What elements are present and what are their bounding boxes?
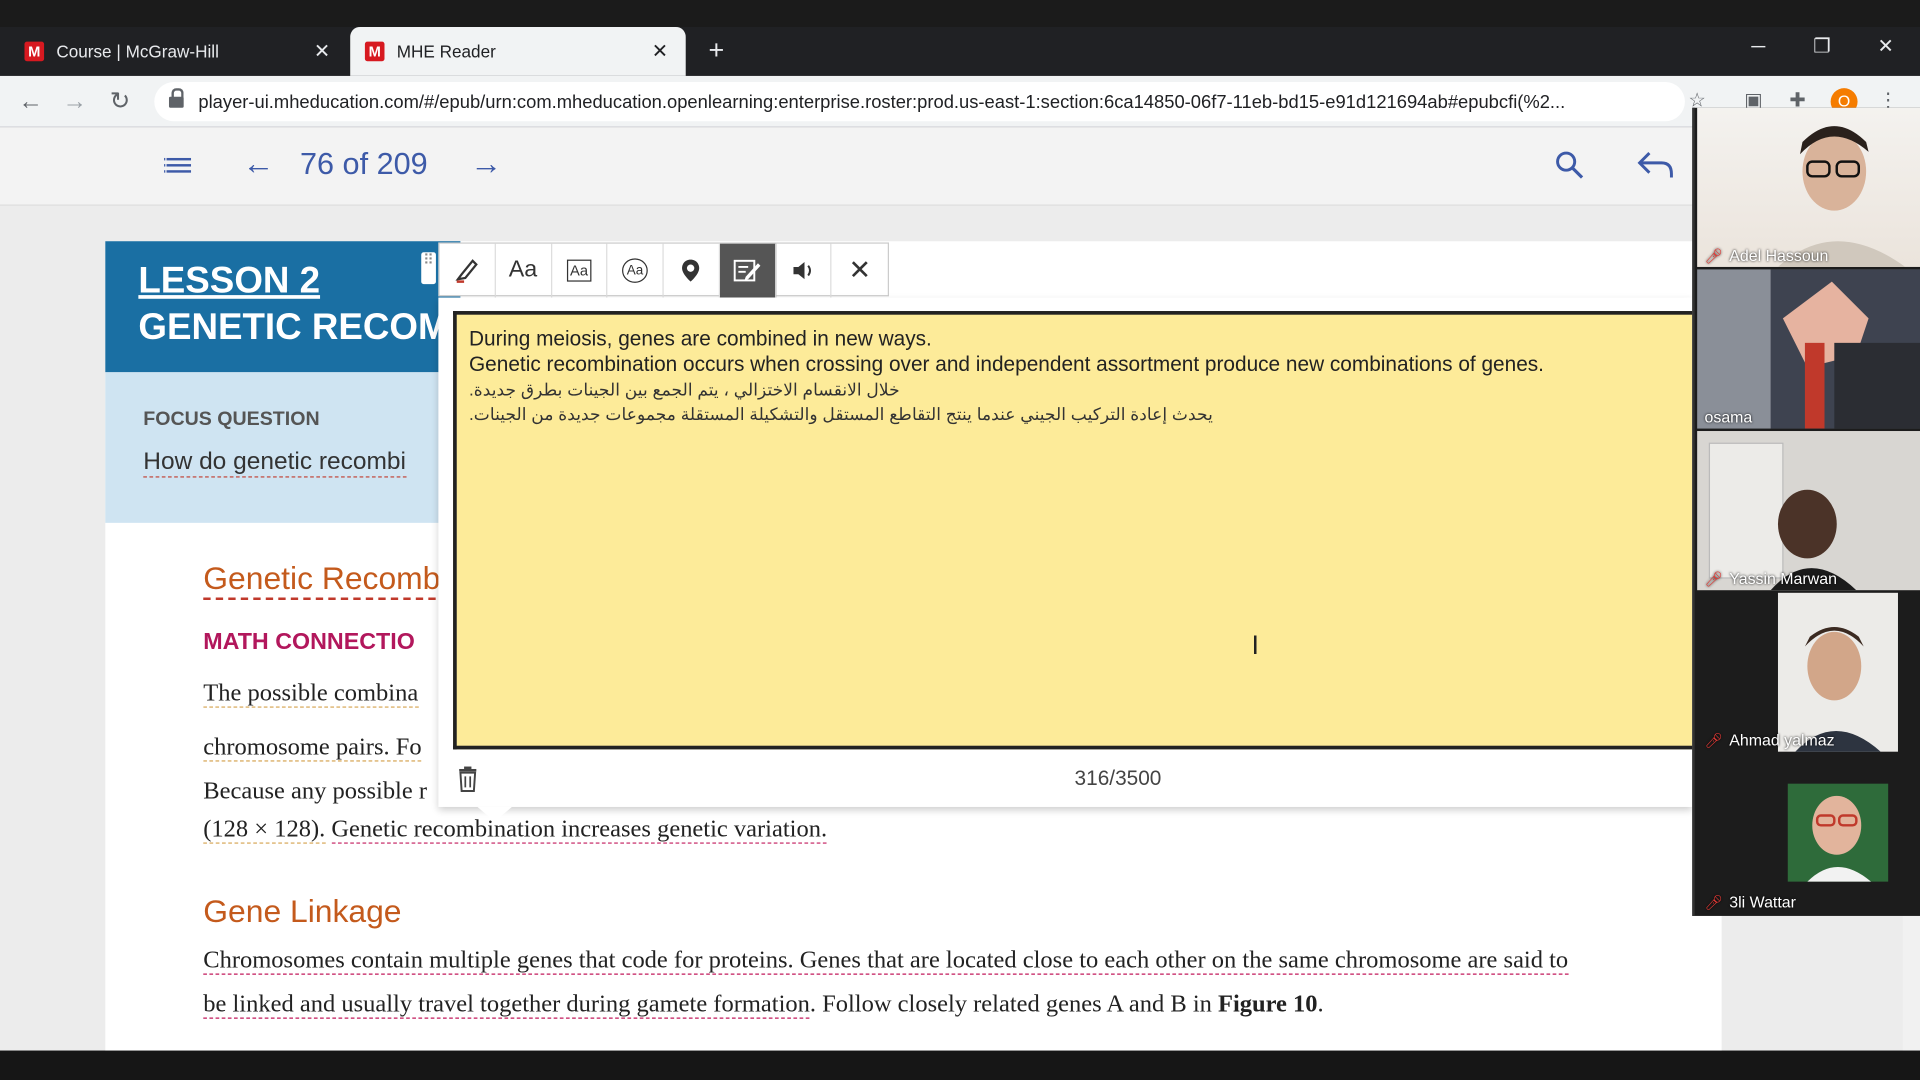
previous-page-icon[interactable]: ← — [242, 144, 274, 181]
section-heading-gene-linkage: Gene Linkage — [203, 892, 402, 930]
forward-icon[interactable]: → — [59, 86, 91, 118]
section-heading-genetic-recombination: Genetic Recomb — [203, 560, 449, 601]
minimize-button[interactable]: ─ — [1727, 27, 1791, 69]
address-bar[interactable]: player-ui.mheducation.com/#/epub/urn:com… — [154, 82, 1685, 122]
close-tab-icon[interactable]: ✕ — [649, 39, 671, 63]
paragraph-line: (128 × 128). Genetic recombination incre… — [203, 815, 828, 844]
restore-button[interactable]: ❐ — [1790, 27, 1854, 69]
tab-mhe-reader[interactable]: M MHE Reader ✕ — [350, 26, 686, 76]
mic-muted-icon: 🎤︎ — [1704, 893, 1724, 911]
note-textarea[interactable]: During meiosis, genes are combined in ne… — [453, 311, 1693, 750]
note-line-arabic: يحدث إعادة التركيب الجيني عندما ينتج الت… — [468, 404, 1213, 424]
tab-title: MHE Reader — [396, 41, 496, 62]
paragraph-line: Because any possible r — [203, 777, 428, 805]
focus-question-label: FOCUS QUESTION — [143, 408, 320, 430]
participant-video — [1777, 592, 1898, 752]
note-edit-icon[interactable] — [719, 243, 776, 298]
participant-name: 🎤︎ 3li Wattar — [1704, 892, 1796, 912]
note-line: During meiosis, genes are combined in ne… — [468, 326, 932, 351]
paragraph-line: Chromosomes contain multiple genes that … — [203, 946, 1569, 975]
text-cursor-icon: I — [1251, 629, 1259, 661]
new-tab-button[interactable]: + — [700, 34, 732, 66]
participant-video — [1708, 442, 1857, 591]
participant-tile[interactable]: 🎤︎ Ahmad yalmaz — [1697, 592, 1920, 752]
video-participants-panel: 🎤︎ Adel Hassoun osama 🎤︎ Yassin Marwan 🎤︎ A… — [1692, 107, 1920, 916]
mic-muted-icon: 🎤︎ — [1704, 731, 1724, 749]
popup-pointer — [477, 806, 512, 822]
focus-question-text: How do genetic recombi — [143, 448, 406, 478]
participant-name: 🎤︎ Adel Hassoun — [1704, 246, 1829, 265]
mic-muted-icon: 🎤︎ — [1704, 246, 1724, 264]
text-circle-icon[interactable]: Aa — [608, 243, 664, 298]
mcgraw-hill-favicon-icon: M — [24, 41, 45, 62]
participant-video — [1777, 126, 1906, 267]
reload-icon[interactable]: ↻ — [104, 86, 136, 118]
next-page-icon[interactable]: → — [470, 144, 502, 181]
return-icon[interactable] — [1633, 147, 1675, 184]
trash-icon[interactable] — [456, 765, 480, 793]
browser-toolbar: ← → ↻ player-ui.mheducation.com/#/epub/u… — [0, 75, 1920, 128]
text-style-icon[interactable]: Aa — [496, 243, 552, 298]
math-connection-heading: MATH CONNECTIO — [203, 629, 415, 656]
paragraph-line: The possible combina — [203, 679, 419, 708]
participant-tile[interactable]: osama — [1697, 269, 1920, 429]
close-window-button[interactable]: ✕ — [1854, 27, 1918, 69]
note-editor-panel: During meiosis, genes are combined in ne… — [438, 297, 1693, 807]
close-icon[interactable]: ✕ — [832, 244, 888, 298]
map-pin-icon[interactable] — [664, 243, 720, 298]
reader-toolbar: ← 76 of 209 → — [0, 127, 1920, 206]
url-text: player-ui.mheducation.com/#/epub/urn:com… — [198, 91, 1566, 113]
note-line: Genetic recombination occurs when crossi… — [468, 352, 1544, 376]
mcgraw-hill-favicon-icon: M — [364, 41, 385, 62]
participant-tile[interactable]: 🎤︎ 3li Wattar — [1697, 754, 1920, 914]
drag-handle-icon[interactable]: ⠿ — [421, 252, 436, 285]
participant-tile[interactable]: 🎤︎ Adel Hassoun — [1697, 107, 1920, 267]
participant-video — [1787, 783, 1889, 882]
lock-icon — [168, 88, 184, 109]
highlighter-icon[interactable] — [440, 243, 496, 298]
tab-course[interactable]: M Course | McGraw-Hill ✕ — [10, 27, 348, 76]
back-icon[interactable]: ← — [15, 86, 47, 118]
highlighted-sentence[interactable]: Genetic recombination increases genetic … — [331, 815, 828, 844]
browser-tab-strip: M Course | McGraw-Hill ✕ M MHE Reader ✕ … — [0, 26, 1920, 76]
bottom-bar — [0, 1050, 1920, 1080]
note-line-arabic: خلال الانقسام الاختزالي ، يتم الجمع بين … — [468, 379, 900, 400]
mic-muted-icon: 🎤︎ — [1704, 570, 1724, 588]
annotation-toolbar: Aa Aa Aa ✕ — [438, 242, 889, 298]
lesson-header: LESSON 2 GENETIC RECOM — [105, 241, 461, 373]
text-box-icon[interactable]: Aa — [552, 243, 608, 298]
figure-link[interactable]: Figure 10 — [1218, 991, 1318, 1018]
participant-name: 🎤︎ Yassin Marwan — [1704, 569, 1837, 588]
search-icon[interactable] — [1553, 149, 1587, 183]
tab-title: Course | McGraw-Hill — [56, 41, 219, 62]
speaker-icon[interactable] — [776, 243, 832, 298]
participant-name: osama — [1704, 407, 1753, 427]
participant-video — [1770, 269, 1920, 429]
lesson-number: LESSON 2 — [138, 260, 321, 302]
page-indicator: 76 of 209 — [300, 146, 428, 182]
screen: M Course | McGraw-Hill ✕ M MHE Reader ✕ … — [0, 0, 1920, 1080]
table-of-contents-icon[interactable] — [163, 149, 195, 181]
character-count: 316/3500 — [1074, 766, 1162, 790]
paragraph-line: chromosome pairs. Fo — [203, 733, 422, 762]
paragraph-line: be linked and usually travel together du… — [203, 990, 1324, 1019]
participant-tile[interactable]: 🎤︎ Yassin Marwan — [1697, 431, 1920, 591]
close-tab-icon[interactable]: ✕ — [311, 39, 333, 63]
participant-name: 🎤︎ Ahmad yalmaz — [1704, 731, 1835, 750]
lesson-title: GENETIC RECOM — [138, 307, 449, 348]
focus-question-box: FOCUS QUESTION How do genetic recombi — [105, 372, 461, 523]
